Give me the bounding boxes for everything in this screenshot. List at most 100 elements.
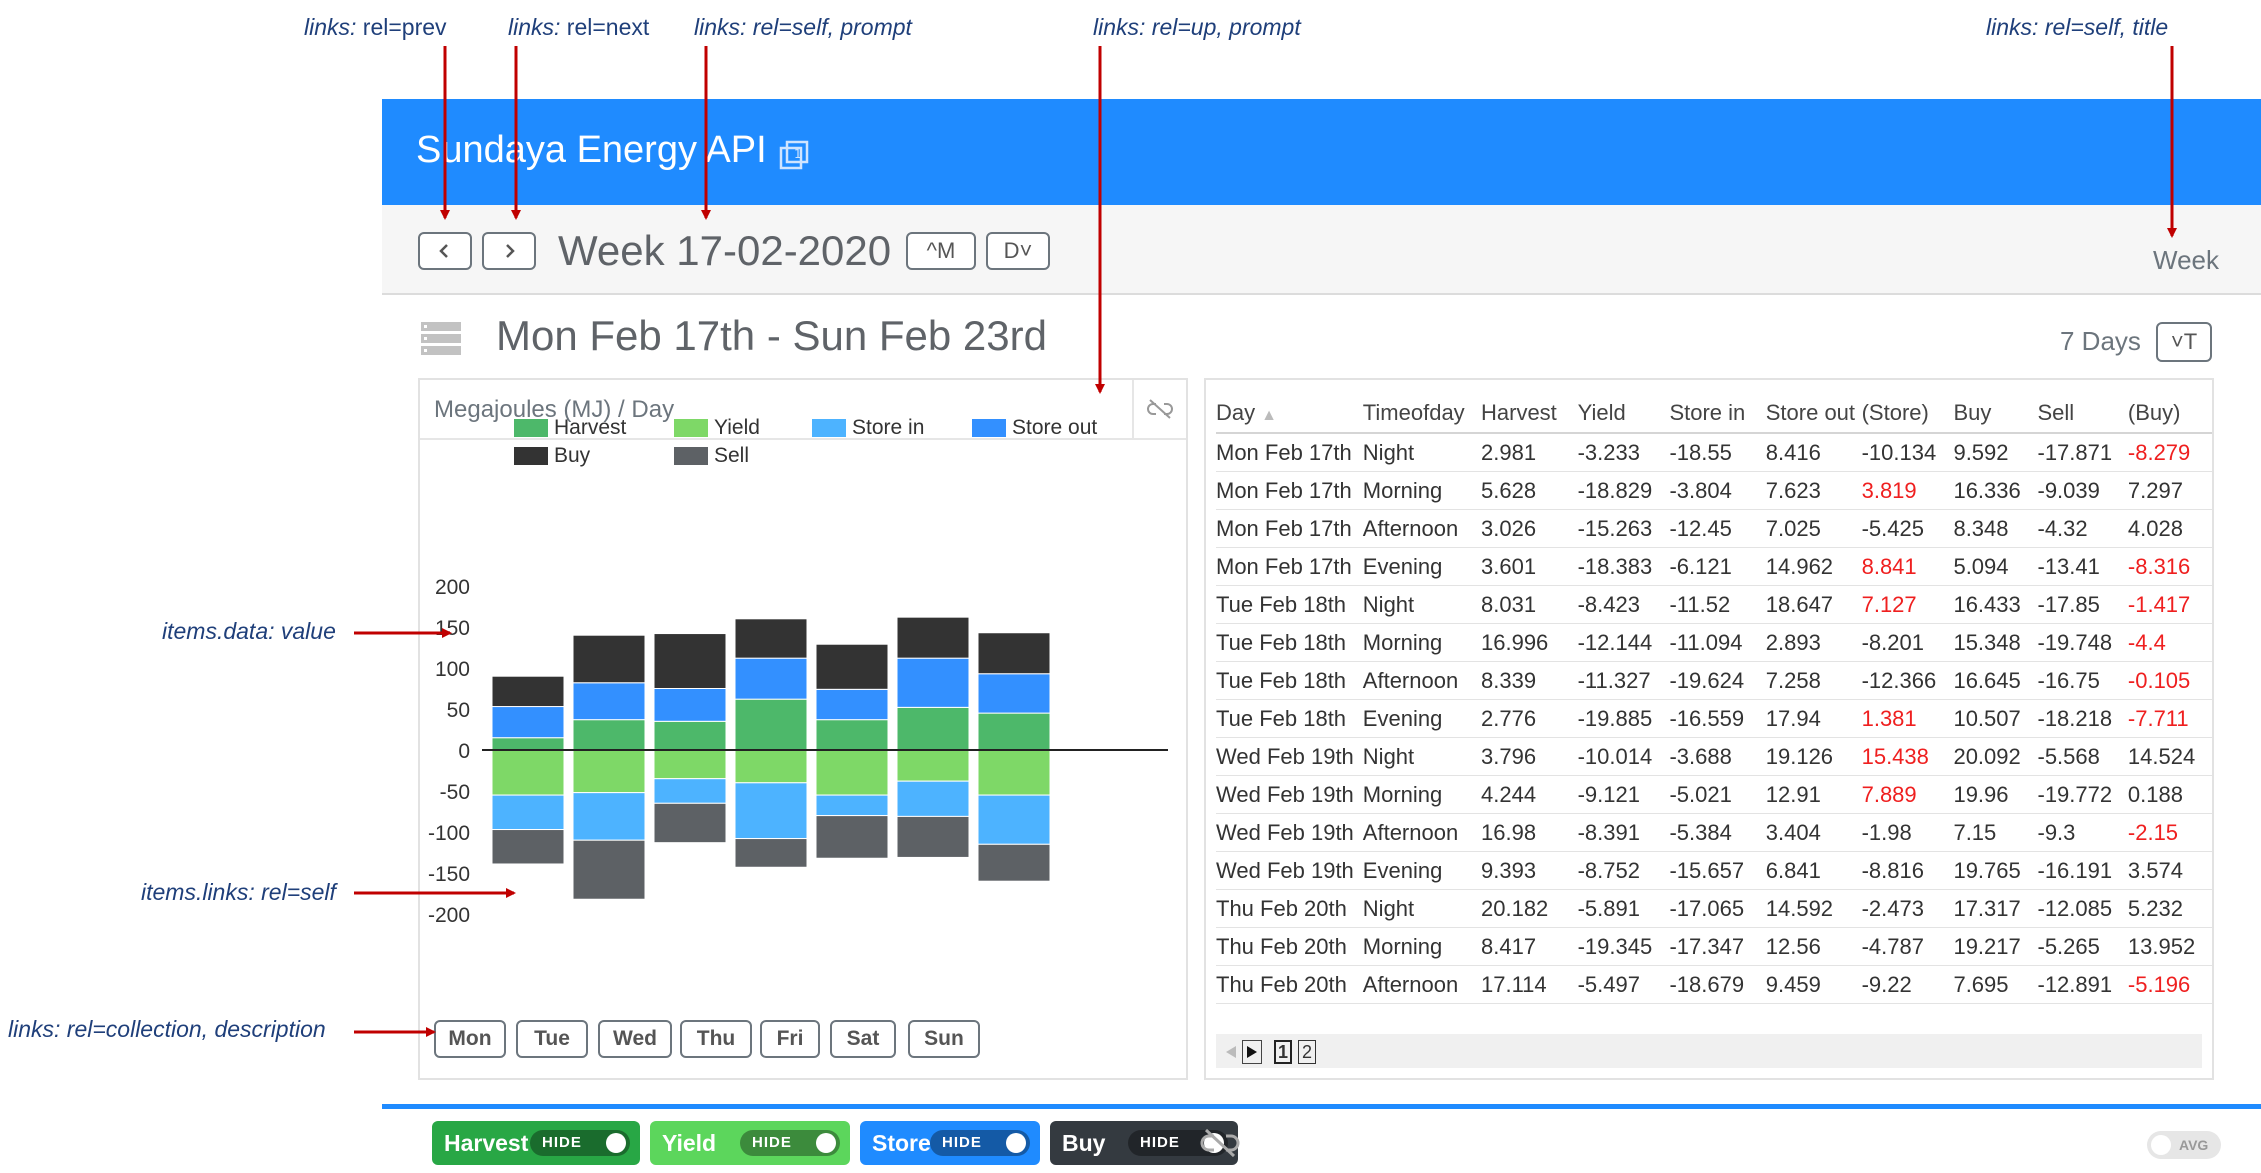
annotation-self-prompt: links: rel=self, prompt xyxy=(694,14,912,40)
pager-page-2[interactable]: 2 xyxy=(1298,1040,1316,1064)
table-cell: -5.021 xyxy=(1669,775,1766,814)
table-row[interactable]: Thu Feb 20th Afternoon 17.114 -5.497 -18.679… xyxy=(1216,965,2212,1004)
table-row[interactable]: Mon Feb 17th Night 2.981 -3.233 -18.55 8.416-… xyxy=(1216,433,2212,472)
table-row[interactable]: Thu Feb 20th Morning 8.417 -19.345 -17.347 12… xyxy=(1216,927,2212,966)
table-row[interactable]: Wed Feb 19th Night 3.796 -10.014 -3.688 19.12… xyxy=(1216,737,2212,776)
table-cell: Thu Feb 20th xyxy=(1216,889,1363,928)
table-cell: Tue Feb 18th xyxy=(1216,661,1363,700)
column-header[interactable]: Day ▲ xyxy=(1216,394,1363,434)
toggle-switch[interactable]: HIDE xyxy=(740,1130,840,1156)
sort-toggle-button[interactable]: ˅T xyxy=(2156,322,2212,362)
toggle-store[interactable]: Store HIDE xyxy=(860,1121,1040,1165)
table-cell: -0.105 xyxy=(2127,661,2212,700)
table-row[interactable]: Wed Feb 19th Morning 4.244 -9.121 -5.021 12.9… xyxy=(1216,775,2212,814)
avg-toggle[interactable]: AVG xyxy=(2147,1131,2221,1159)
table-cell: -18.218 xyxy=(2037,699,2128,738)
table-cell: Morning xyxy=(1362,775,1481,814)
column-header[interactable]: (Buy) xyxy=(2127,394,2212,434)
bar-segment xyxy=(815,815,889,859)
prev-button[interactable] xyxy=(418,232,472,270)
y-tick-label: 200 xyxy=(435,576,470,599)
day-button-sun[interactable]: Sun xyxy=(908,1020,980,1058)
toggle-label: Harvest xyxy=(444,1129,529,1156)
up-month-button[interactable]: ^M xyxy=(906,232,976,270)
footer-toolbar: Harvest HIDE Yield HIDE Store HIDE Buy HIDE AVG xyxy=(382,1104,2261,1173)
toggle-switch[interactable]: HIDE xyxy=(530,1130,630,1156)
column-header[interactable]: Yield xyxy=(1577,394,1670,434)
bar-segment xyxy=(653,749,727,780)
column-header[interactable]: Store out xyxy=(1765,394,1862,434)
triangle-right-icon xyxy=(1247,1046,1257,1058)
column-header[interactable]: (Store) xyxy=(1861,394,1954,434)
table-cell: 18.647 xyxy=(1765,585,1862,624)
column-header[interactable]: Buy xyxy=(1953,394,2038,434)
table-cell: Night xyxy=(1362,585,1481,624)
table-cell: 14.592 xyxy=(1765,889,1862,928)
pager-prev-button[interactable] xyxy=(1222,1040,1240,1064)
pager-page-1[interactable]: 1 xyxy=(1274,1040,1292,1064)
bar-segment xyxy=(491,829,565,865)
table-row[interactable]: Tue Feb 18th Morning 16.996 -12.144 -11.094 2… xyxy=(1216,623,2212,662)
toggle-harvest[interactable]: Harvest HIDE xyxy=(432,1121,640,1165)
table-row[interactable]: Tue Feb 18th Night 8.031 -8.423 -11.52 18.647… xyxy=(1216,585,2212,624)
app-title: Sundaya Energy API xyxy=(416,129,767,171)
toggle-label: Store xyxy=(872,1129,931,1156)
pager-next-button[interactable] xyxy=(1242,1040,1262,1064)
column-header[interactable]: Sell xyxy=(2037,394,2128,434)
day-button-wed[interactable]: Wed xyxy=(598,1020,672,1058)
table-row[interactable]: Wed Feb 19th Evening 9.393 -8.752 -15.657 6.8… xyxy=(1216,851,2212,890)
table-cell: 15.438 xyxy=(1861,737,1954,776)
table-row[interactable]: Thu Feb 20th Night 20.182 -5.891 -17.065 14.5… xyxy=(1216,889,2212,928)
table-cell: 7.025 xyxy=(1765,509,1862,548)
table-cell: 8.348 xyxy=(1953,509,2038,548)
table-row[interactable]: Wed Feb 19th Afternoon 16.98 -8.391 -5.384 3.… xyxy=(1216,813,2212,852)
annotation-prev: links: rel=prev xyxy=(304,14,447,40)
table-cell: -2.473 xyxy=(1861,889,1954,928)
legend-swatch xyxy=(674,447,708,465)
table-cell: Mon Feb 17th xyxy=(1216,471,1363,510)
table-cell: Evening xyxy=(1362,547,1481,586)
toggle-switch[interactable]: HIDE xyxy=(930,1130,1030,1156)
unlink-icon[interactable] xyxy=(1200,1127,1240,1159)
table-cell: -9.22 xyxy=(1861,965,1954,1004)
bar-segment xyxy=(491,675,565,708)
column-header[interactable]: Harvest xyxy=(1481,394,1578,434)
copy-icon[interactable]: 1 xyxy=(778,139,810,171)
collection-title: Mon Feb 17th - Sun Feb 23rd xyxy=(496,312,1047,359)
table-row[interactable]: Mon Feb 17th Evening 3.601 -18.383 -6.121 14.… xyxy=(1216,547,2212,586)
day-button-mon[interactable]: Mon xyxy=(434,1020,506,1058)
table-cell: -16.559 xyxy=(1669,699,1766,738)
bar-segment xyxy=(896,616,970,659)
next-button[interactable] xyxy=(482,232,536,270)
table-cell: -19.624 xyxy=(1669,661,1766,700)
table-row[interactable]: Mon Feb 17th Afternoon 3.026 -15.263 -12.45 7… xyxy=(1216,509,2212,548)
down-day-button[interactable]: D˅ xyxy=(986,232,1050,270)
table-row[interactable]: Mon Feb 17th Morning 5.628 -18.829 -3.804 7.6… xyxy=(1216,471,2212,510)
table-cell: Tue Feb 18th xyxy=(1216,623,1363,662)
week-navbar: Week 17-02-2020 ^M D˅ Week xyxy=(382,205,2261,295)
chevron-right-icon xyxy=(506,244,515,258)
column-header[interactable]: Timeofday xyxy=(1362,394,1481,434)
legend-label: Store out xyxy=(1012,416,1097,439)
table-row[interactable]: Tue Feb 18th Afternoon 8.339 -11.327 -19.624… xyxy=(1216,661,2212,700)
list-icon[interactable] xyxy=(421,322,461,356)
day-button-thu[interactable]: Thu xyxy=(680,1020,752,1058)
table-cell: -16.191 xyxy=(2037,851,2128,890)
day-button-tue[interactable]: Tue xyxy=(516,1020,588,1058)
bar-segment xyxy=(815,719,889,751)
day-button-fri[interactable]: Fri xyxy=(760,1020,820,1058)
column-header[interactable]: Store in xyxy=(1669,394,1766,434)
table-cell: 12.91 xyxy=(1765,775,1862,814)
table-cell: -5.425 xyxy=(1861,509,1954,548)
y-tick-label: 150 xyxy=(435,617,470,640)
annotation-self-title: links: rel=self, title xyxy=(1986,14,2169,40)
table-cell: Evening xyxy=(1362,851,1481,890)
day-button-sat[interactable]: Sat xyxy=(830,1020,896,1058)
toggle-yield[interactable]: Yield HIDE xyxy=(650,1121,850,1165)
table-cell: Mon Feb 17th xyxy=(1216,433,1363,472)
table-cell: -5.568 xyxy=(2037,737,2128,776)
table-row[interactable]: Tue Feb 18th Evening 2.776 -19.885 -16.559 17… xyxy=(1216,699,2212,738)
bar-segment xyxy=(572,719,646,751)
table-cell: -8.391 xyxy=(1577,813,1670,852)
annotation-up-prompt: links: rel=up, prompt xyxy=(1093,14,1301,40)
